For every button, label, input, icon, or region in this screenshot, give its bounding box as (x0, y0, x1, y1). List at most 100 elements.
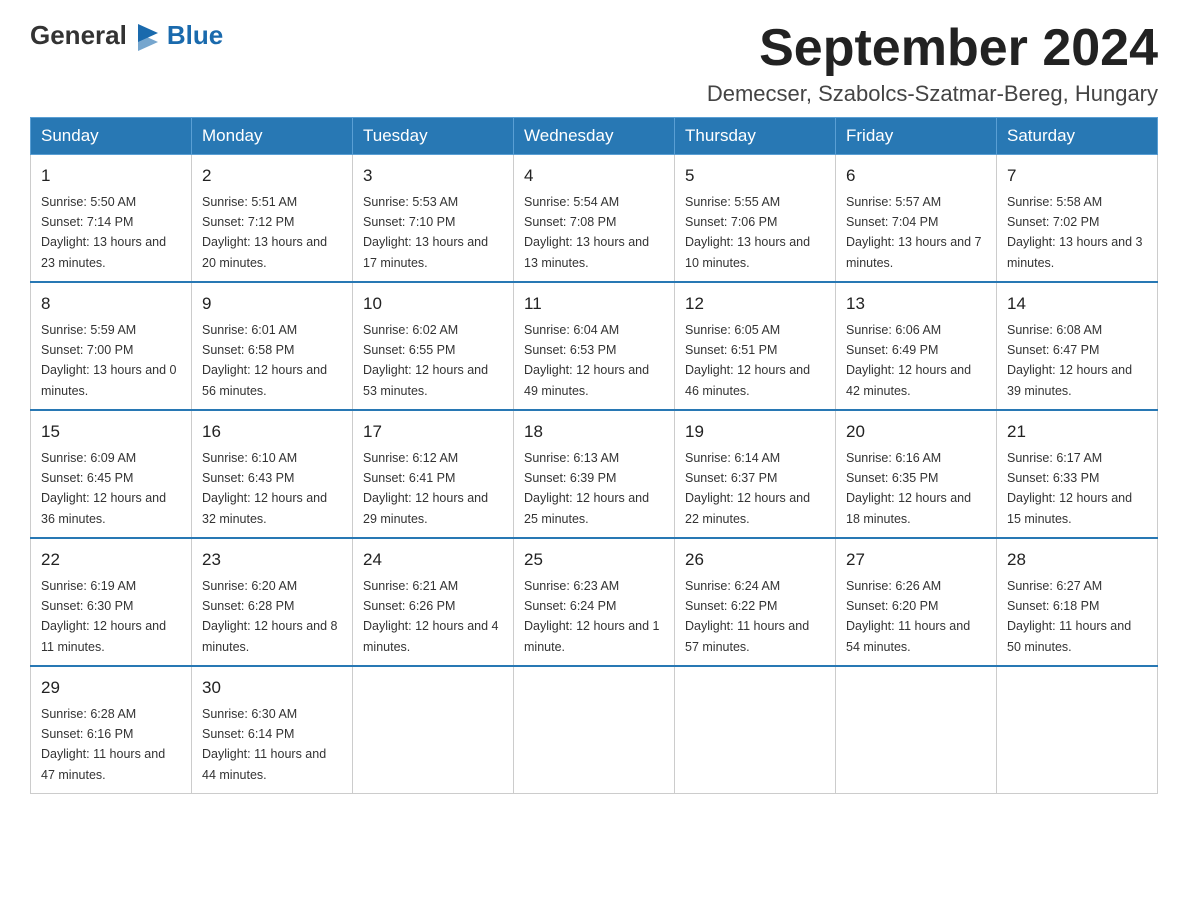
calendar-week-row: 29 Sunrise: 6:28 AMSunset: 6:16 PMDaylig… (31, 666, 1158, 794)
day-info: Sunrise: 6:27 AMSunset: 6:18 PMDaylight:… (1007, 579, 1131, 654)
day-number: 11 (524, 291, 664, 317)
calendar-day-cell: 1 Sunrise: 5:50 AMSunset: 7:14 PMDayligh… (31, 155, 192, 283)
day-info: Sunrise: 5:51 AMSunset: 7:12 PMDaylight:… (202, 195, 327, 270)
day-number: 18 (524, 419, 664, 445)
day-info: Sunrise: 6:16 AMSunset: 6:35 PMDaylight:… (846, 451, 971, 526)
month-title: September 2024 (707, 20, 1158, 77)
header-friday: Friday (836, 118, 997, 155)
header-monday: Monday (192, 118, 353, 155)
weekday-header-row: Sunday Monday Tuesday Wednesday Thursday… (31, 118, 1158, 155)
calendar-week-row: 8 Sunrise: 5:59 AMSunset: 7:00 PMDayligh… (31, 282, 1158, 410)
calendar-week-row: 1 Sunrise: 5:50 AMSunset: 7:14 PMDayligh… (31, 155, 1158, 283)
calendar-day-cell: 27 Sunrise: 6:26 AMSunset: 6:20 PMDaylig… (836, 538, 997, 666)
day-info: Sunrise: 6:13 AMSunset: 6:39 PMDaylight:… (524, 451, 649, 526)
day-info: Sunrise: 6:09 AMSunset: 6:45 PMDaylight:… (41, 451, 166, 526)
calendar-day-cell: 29 Sunrise: 6:28 AMSunset: 6:16 PMDaylig… (31, 666, 192, 794)
day-number: 22 (41, 547, 181, 573)
calendar-week-row: 22 Sunrise: 6:19 AMSunset: 6:30 PMDaylig… (31, 538, 1158, 666)
day-info: Sunrise: 6:01 AMSunset: 6:58 PMDaylight:… (202, 323, 327, 398)
calendar-day-cell: 20 Sunrise: 6:16 AMSunset: 6:35 PMDaylig… (836, 410, 997, 538)
header-wednesday: Wednesday (514, 118, 675, 155)
day-number: 25 (524, 547, 664, 573)
calendar-day-cell: 4 Sunrise: 5:54 AMSunset: 7:08 PMDayligh… (514, 155, 675, 283)
day-info: Sunrise: 6:04 AMSunset: 6:53 PMDaylight:… (524, 323, 649, 398)
calendar-day-cell: 18 Sunrise: 6:13 AMSunset: 6:39 PMDaylig… (514, 410, 675, 538)
day-number: 16 (202, 419, 342, 445)
calendar-day-cell: 10 Sunrise: 6:02 AMSunset: 6:55 PMDaylig… (353, 282, 514, 410)
day-info: Sunrise: 5:50 AMSunset: 7:14 PMDaylight:… (41, 195, 166, 270)
calendar-day-cell: 14 Sunrise: 6:08 AMSunset: 6:47 PMDaylig… (997, 282, 1158, 410)
day-info: Sunrise: 6:12 AMSunset: 6:41 PMDaylight:… (363, 451, 488, 526)
day-info: Sunrise: 6:21 AMSunset: 6:26 PMDaylight:… (363, 579, 499, 654)
day-info: Sunrise: 6:24 AMSunset: 6:22 PMDaylight:… (685, 579, 809, 654)
calendar-day-cell: 21 Sunrise: 6:17 AMSunset: 6:33 PMDaylig… (997, 410, 1158, 538)
day-number: 29 (41, 675, 181, 701)
calendar-day-cell (675, 666, 836, 794)
calendar-day-cell: 22 Sunrise: 6:19 AMSunset: 6:30 PMDaylig… (31, 538, 192, 666)
day-info: Sunrise: 5:53 AMSunset: 7:10 PMDaylight:… (363, 195, 488, 270)
day-number: 1 (41, 163, 181, 189)
calendar-day-cell (836, 666, 997, 794)
calendar-day-cell: 23 Sunrise: 6:20 AMSunset: 6:28 PMDaylig… (192, 538, 353, 666)
day-info: Sunrise: 6:08 AMSunset: 6:47 PMDaylight:… (1007, 323, 1132, 398)
day-info: Sunrise: 5:59 AMSunset: 7:00 PMDaylight:… (41, 323, 177, 398)
day-number: 9 (202, 291, 342, 317)
header-tuesday: Tuesday (353, 118, 514, 155)
calendar-day-cell: 28 Sunrise: 6:27 AMSunset: 6:18 PMDaylig… (997, 538, 1158, 666)
day-info: Sunrise: 5:55 AMSunset: 7:06 PMDaylight:… (685, 195, 810, 270)
calendar-day-cell: 26 Sunrise: 6:24 AMSunset: 6:22 PMDaylig… (675, 538, 836, 666)
calendar-day-cell: 7 Sunrise: 5:58 AMSunset: 7:02 PMDayligh… (997, 155, 1158, 283)
header-saturday: Saturday (997, 118, 1158, 155)
day-info: Sunrise: 5:54 AMSunset: 7:08 PMDaylight:… (524, 195, 649, 270)
header-sunday: Sunday (31, 118, 192, 155)
day-info: Sunrise: 6:19 AMSunset: 6:30 PMDaylight:… (41, 579, 166, 654)
day-number: 8 (41, 291, 181, 317)
day-info: Sunrise: 6:14 AMSunset: 6:37 PMDaylight:… (685, 451, 810, 526)
day-number: 14 (1007, 291, 1147, 317)
calendar-day-cell: 2 Sunrise: 5:51 AMSunset: 7:12 PMDayligh… (192, 155, 353, 283)
day-number: 30 (202, 675, 342, 701)
day-info: Sunrise: 6:30 AMSunset: 6:14 PMDaylight:… (202, 707, 326, 782)
day-number: 17 (363, 419, 503, 445)
day-info: Sunrise: 6:17 AMSunset: 6:33 PMDaylight:… (1007, 451, 1132, 526)
day-number: 7 (1007, 163, 1147, 189)
day-info: Sunrise: 5:58 AMSunset: 7:02 PMDaylight:… (1007, 195, 1143, 270)
day-number: 20 (846, 419, 986, 445)
day-number: 5 (685, 163, 825, 189)
day-number: 23 (202, 547, 342, 573)
day-number: 15 (41, 419, 181, 445)
day-number: 13 (846, 291, 986, 317)
day-number: 6 (846, 163, 986, 189)
day-number: 19 (685, 419, 825, 445)
day-number: 4 (524, 163, 664, 189)
calendar-day-cell (514, 666, 675, 794)
day-number: 10 (363, 291, 503, 317)
calendar-day-cell: 30 Sunrise: 6:30 AMSunset: 6:14 PMDaylig… (192, 666, 353, 794)
day-info: Sunrise: 6:28 AMSunset: 6:16 PMDaylight:… (41, 707, 165, 782)
day-number: 28 (1007, 547, 1147, 573)
calendar-day-cell: 3 Sunrise: 5:53 AMSunset: 7:10 PMDayligh… (353, 155, 514, 283)
day-info: Sunrise: 5:57 AMSunset: 7:04 PMDaylight:… (846, 195, 982, 270)
calendar-week-row: 15 Sunrise: 6:09 AMSunset: 6:45 PMDaylig… (31, 410, 1158, 538)
day-info: Sunrise: 6:26 AMSunset: 6:20 PMDaylight:… (846, 579, 970, 654)
day-info: Sunrise: 6:20 AMSunset: 6:28 PMDaylight:… (202, 579, 338, 654)
logo-flag-icon (133, 21, 163, 51)
logo: General Blue (30, 20, 223, 51)
day-number: 12 (685, 291, 825, 317)
title-section: September 2024 Demecser, Szabolcs-Szatma… (707, 20, 1158, 107)
day-info: Sunrise: 6:10 AMSunset: 6:43 PMDaylight:… (202, 451, 327, 526)
calendar-day-cell (997, 666, 1158, 794)
calendar-day-cell: 24 Sunrise: 6:21 AMSunset: 6:26 PMDaylig… (353, 538, 514, 666)
header-thursday: Thursday (675, 118, 836, 155)
calendar-day-cell: 25 Sunrise: 6:23 AMSunset: 6:24 PMDaylig… (514, 538, 675, 666)
day-number: 21 (1007, 419, 1147, 445)
day-info: Sunrise: 6:02 AMSunset: 6:55 PMDaylight:… (363, 323, 488, 398)
calendar-day-cell: 19 Sunrise: 6:14 AMSunset: 6:37 PMDaylig… (675, 410, 836, 538)
day-number: 2 (202, 163, 342, 189)
day-info: Sunrise: 6:06 AMSunset: 6:49 PMDaylight:… (846, 323, 971, 398)
calendar-table: Sunday Monday Tuesday Wednesday Thursday… (30, 117, 1158, 794)
calendar-day-cell: 11 Sunrise: 6:04 AMSunset: 6:53 PMDaylig… (514, 282, 675, 410)
calendar-day-cell: 17 Sunrise: 6:12 AMSunset: 6:41 PMDaylig… (353, 410, 514, 538)
day-number: 27 (846, 547, 986, 573)
calendar-day-cell: 5 Sunrise: 5:55 AMSunset: 7:06 PMDayligh… (675, 155, 836, 283)
